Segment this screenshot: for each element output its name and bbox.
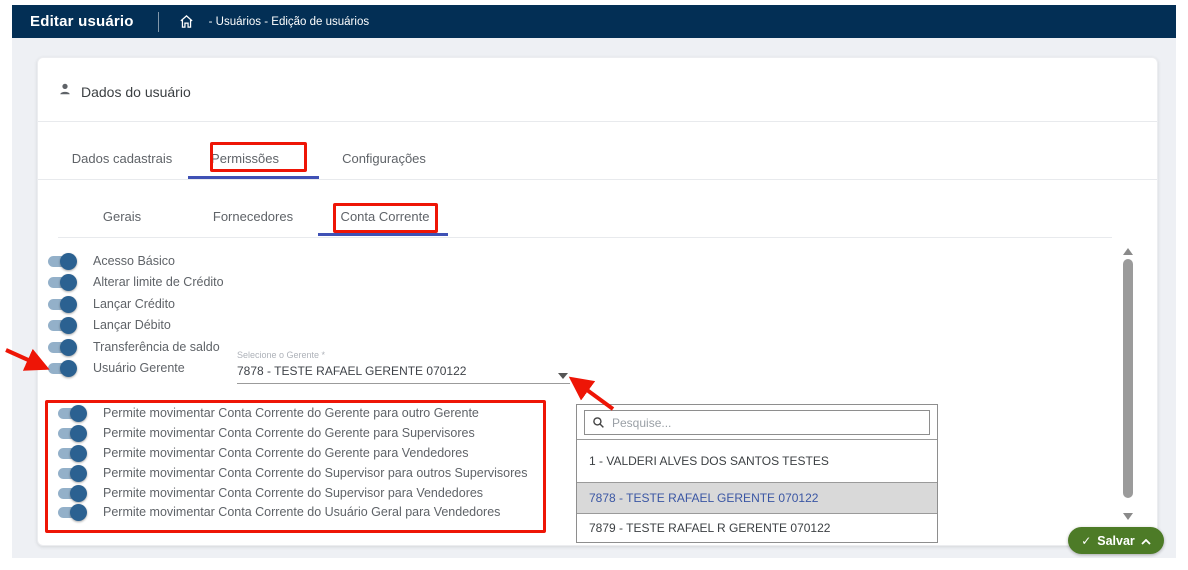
toggle-label: Permite movimentar Conta Corrente do Ger…: [103, 406, 479, 420]
toggle-knob: [70, 405, 87, 422]
tab-configuracoes[interactable]: Configurações: [342, 151, 426, 166]
header-divider: [158, 12, 159, 32]
section-header: Dados do usuário: [58, 82, 191, 101]
toggle-label: Permite movimentar Conta Corrente do Ger…: [103, 446, 468, 460]
toggle-usuario-geral-para-vendedores[interactable]: [58, 507, 85, 518]
page-title: Editar usuário: [30, 13, 134, 30]
toggle-lancar-debito[interactable]: [48, 320, 75, 331]
dropdown-option-selected[interactable]: 7878 - TESTE RAFAEL GERENTE 070122: [577, 482, 937, 513]
toggle-lancar-credito[interactable]: [48, 299, 75, 310]
toggle-supervisor-para-vendedores[interactable]: [58, 488, 85, 499]
save-button-label: Salvar: [1097, 534, 1135, 548]
manager-select-label: Selecione o Gerente *: [237, 350, 325, 360]
search-placeholder: Pesquise...: [612, 416, 671, 430]
section-title: Dados do usuário: [81, 84, 191, 100]
toggle-label: Lançar Crédito: [93, 297, 175, 311]
toggle-knob: [60, 296, 77, 313]
toggle-knob: [70, 465, 87, 482]
scrollbar-down-arrow[interactable]: [1123, 513, 1133, 520]
toggle-knob: [70, 445, 87, 462]
search-icon: [592, 416, 605, 429]
active-subtab-indicator: [318, 233, 448, 236]
toggle-gerente-para-supervisores[interactable]: [58, 428, 85, 439]
chevron-up-icon: [1141, 532, 1151, 550]
manager-select[interactable]: 7878 - TESTE RAFAEL GERENTE 070122: [237, 364, 466, 378]
toggle-row: Permite movimentar Conta Corrente do Ger…: [58, 403, 479, 423]
manager-dropdown-panel: Pesquise... 1 - VALDERI ALVES DOS SANTOS…: [576, 404, 938, 543]
toggle-label: Permite movimentar Conta Corrente do Usu…: [103, 505, 500, 519]
toggle-knob: [70, 504, 87, 521]
toggle-label: Permite movimentar Conta Corrente do Sup…: [103, 466, 528, 480]
scrollbar-thumb[interactable]: [1123, 259, 1133, 498]
breadcrumb: - Usuários - Edição de usuários: [209, 16, 369, 28]
toggle-label: Transferência de saldo: [93, 340, 220, 354]
dropdown-option[interactable]: 7879 - TESTE RAFAEL R GERENTE 070122: [577, 513, 937, 542]
toggle-knob: [60, 274, 77, 291]
edit-user-page: Editar usuário - Usuários - Edição de us…: [0, 0, 1188, 570]
toggle-knob: [60, 360, 77, 377]
manager-select-underline: [237, 383, 570, 384]
top-header-bar: Editar usuário - Usuários - Edição de us…: [12, 5, 1176, 38]
toggle-supervisor-para-supervisores[interactable]: [58, 468, 85, 479]
dropdown-options: 1 - VALDERI ALVES DOS SANTOS TESTES 7878…: [577, 439, 937, 542]
toggle-knob: [60, 317, 77, 334]
toggle-knob: [70, 425, 87, 442]
toggle-acesso-basico[interactable]: [48, 256, 75, 267]
toggle-row: Usuário Gerente: [48, 358, 185, 378]
toggle-row: Transferência de saldo: [48, 337, 220, 357]
toggle-row: Permite movimentar Conta Corrente do Ger…: [58, 443, 468, 463]
toggle-knob: [60, 339, 77, 356]
toggle-row: Permite movimentar Conta Corrente do Sup…: [58, 483, 483, 503]
toggle-label: Lançar Débito: [93, 318, 171, 332]
toggle-label: Acesso Básico: [93, 254, 175, 268]
toggle-transferencia-saldo[interactable]: [48, 342, 75, 353]
toggle-row: Permite movimentar Conta Corrente do Usu…: [58, 502, 500, 522]
save-button[interactable]: ✓ Salvar: [1068, 527, 1164, 554]
toggle-knob: [70, 485, 87, 502]
toggle-row: Permite movimentar Conta Corrente do Ger…: [58, 423, 475, 443]
check-icon: ✓: [1081, 534, 1091, 548]
toggle-row: Acesso Básico: [48, 251, 175, 271]
toggle-row: Permite movimentar Conta Corrente do Sup…: [58, 463, 528, 483]
home-icon[interactable]: [179, 14, 194, 29]
person-icon: [58, 82, 72, 101]
toggle-gerente-para-gerente[interactable]: [58, 408, 85, 419]
chevron-down-icon[interactable]: [558, 373, 568, 379]
subtab-fornecedores[interactable]: Fornecedores: [213, 209, 293, 224]
dropdown-search-input[interactable]: Pesquise...: [584, 410, 930, 435]
toggle-row: Lançar Crédito: [48, 294, 175, 314]
toggle-label: Permite movimentar Conta Corrente do Ger…: [103, 426, 475, 440]
tab-permissoes[interactable]: Permissões: [211, 151, 279, 166]
toggle-gerente-para-vendedores[interactable]: [58, 448, 85, 459]
toggle-row: Alterar limite de Crédito: [48, 272, 224, 292]
tab-dados-cadastrais[interactable]: Dados cadastrais: [72, 151, 172, 166]
subtab-gerais[interactable]: Gerais: [103, 209, 141, 224]
tabs-divider: [38, 179, 1157, 180]
toggle-alterar-limite-credito[interactable]: [48, 277, 75, 288]
section-divider: [38, 121, 1157, 122]
toggle-label: Permite movimentar Conta Corrente do Sup…: [103, 486, 483, 500]
toggle-usuario-gerente[interactable]: [48, 363, 75, 374]
scrollbar-up-arrow[interactable]: [1123, 248, 1133, 255]
toggle-knob: [60, 253, 77, 270]
toggle-label: Usuário Gerente: [93, 361, 185, 375]
toggle-row: Lançar Débito: [48, 315, 171, 335]
subtabs-divider: [58, 237, 1112, 238]
subtab-conta-corrente[interactable]: Conta Corrente: [341, 209, 430, 224]
toggle-label: Alterar limite de Crédito: [93, 275, 224, 289]
dropdown-option[interactable]: 1 - VALDERI ALVES DOS SANTOS TESTES: [577, 439, 937, 482]
